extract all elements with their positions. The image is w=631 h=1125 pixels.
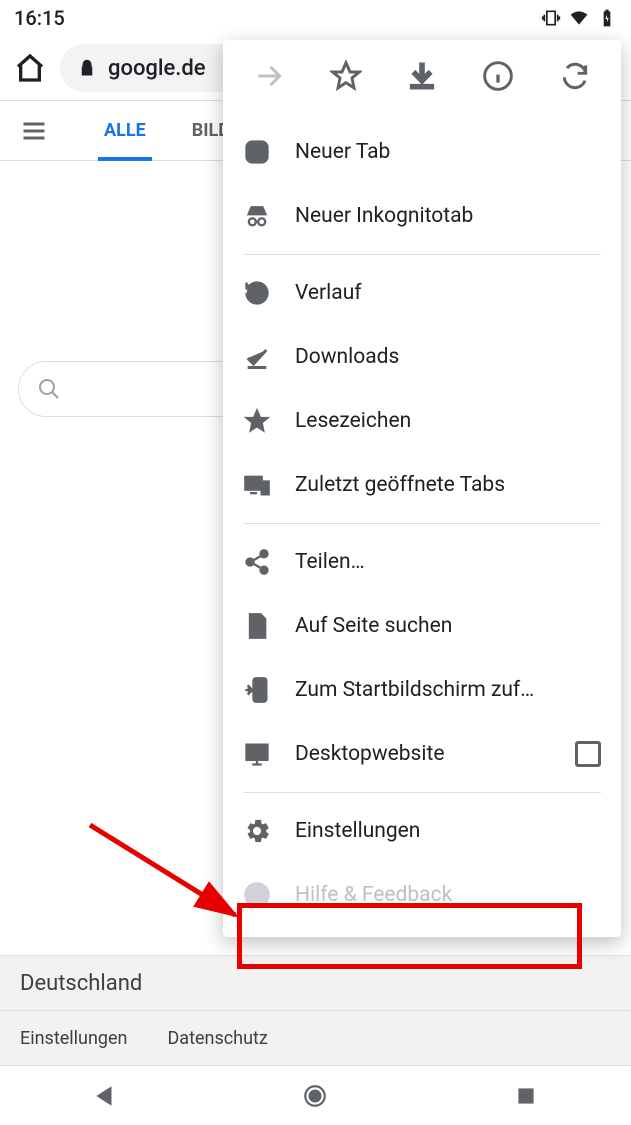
- find-in-page-icon: [243, 612, 271, 640]
- share-icon: [243, 548, 271, 576]
- menu-share[interactable]: Teilen…: [223, 530, 621, 594]
- menu-icon-row: [223, 40, 621, 112]
- menu-item-label: Zum Startbildschirm zuf…: [295, 678, 601, 702]
- menu-recent-tabs[interactable]: Zuletzt geöffnete Tabs: [223, 453, 621, 517]
- menu-incognito[interactable]: Neuer Inkognitotab: [223, 184, 621, 248]
- info-icon[interactable]: [482, 60, 514, 92]
- lock-icon: [78, 59, 96, 77]
- gear-icon: [243, 817, 271, 845]
- footer-privacy[interactable]: Datenschutz: [167, 1028, 267, 1049]
- menu-item-label: Lesezeichen: [295, 409, 601, 433]
- footer-settings[interactable]: Einstellungen: [20, 1028, 127, 1049]
- menu-item-label: Neuer Tab: [295, 140, 601, 164]
- menu-item-label: Downloads: [295, 345, 601, 369]
- android-navbar: [0, 1065, 631, 1125]
- menu-icon[interactable]: [20, 117, 48, 145]
- footer-country: Deutschland: [0, 955, 631, 1011]
- nav-back-icon[interactable]: [92, 1083, 118, 1109]
- menu-item-label: Teilen…: [295, 550, 601, 574]
- menu-history[interactable]: Verlauf: [223, 261, 621, 325]
- omnibox-url: google.de: [108, 56, 206, 81]
- vibrate-icon: [541, 8, 561, 28]
- menu-item-label: Einstellungen: [295, 819, 601, 843]
- battery-icon: [597, 8, 617, 28]
- menu-bookmarks[interactable]: Lesezeichen: [223, 389, 621, 453]
- menu-divider: [243, 792, 601, 793]
- menu-settings[interactable]: Einstellungen: [223, 799, 621, 863]
- forward-icon: [253, 60, 285, 92]
- wifi-icon: [569, 8, 589, 28]
- history-icon: [243, 279, 271, 307]
- desktop-icon: [243, 740, 271, 768]
- menu-item-label: Desktopwebsite: [295, 742, 551, 766]
- status-icons: [541, 8, 617, 28]
- menu-item-label: Hilfe & Feedback: [295, 883, 601, 907]
- refresh-icon[interactable]: [559, 60, 591, 92]
- footer-links: Einstellungen Datenschutz: [0, 1011, 631, 1065]
- status-time: 16:15: [14, 6, 65, 30]
- menu-downloads[interactable]: Downloads: [223, 325, 621, 389]
- menu-item-label: Verlauf: [295, 281, 601, 305]
- tab-all[interactable]: ALLE: [98, 104, 152, 161]
- menu-desktop-site[interactable]: Desktopwebsite: [223, 722, 621, 786]
- add-homescreen-icon: [243, 676, 271, 704]
- search-icon: [37, 377, 61, 401]
- incognito-icon: [243, 202, 271, 230]
- menu-add-homescreen[interactable]: Zum Startbildschirm zuf…: [223, 658, 621, 722]
- download-icon[interactable]: [406, 60, 438, 92]
- menu-divider: [243, 254, 601, 255]
- menu-item-label: Neuer Inkognitotab: [295, 204, 601, 228]
- nav-recent-icon[interactable]: [513, 1083, 539, 1109]
- menu-item-label: Auf Seite suchen: [295, 614, 601, 638]
- menu-find[interactable]: Auf Seite suchen: [223, 594, 621, 658]
- star-icon[interactable]: [330, 60, 362, 92]
- status-bar: 16:15: [0, 0, 631, 36]
- nav-home-icon[interactable]: [302, 1083, 328, 1109]
- plus-box-icon: [243, 138, 271, 166]
- menu-help[interactable]: Hilfe & Feedback: [223, 863, 621, 927]
- menu-item-label: Zuletzt geöffnete Tabs: [295, 473, 601, 497]
- check-underline-icon: [243, 343, 271, 371]
- menu-new-tab[interactable]: Neuer Tab: [223, 120, 621, 184]
- overflow-menu: Neuer Tab Neuer Inkognitotab Verlauf Dow…: [223, 40, 621, 937]
- star-filled-icon: [243, 407, 271, 435]
- devices-icon: [243, 471, 271, 499]
- help-icon: [243, 881, 271, 909]
- desktop-site-checkbox[interactable]: [575, 741, 601, 767]
- home-icon[interactable]: [14, 52, 46, 84]
- menu-divider: [243, 523, 601, 524]
